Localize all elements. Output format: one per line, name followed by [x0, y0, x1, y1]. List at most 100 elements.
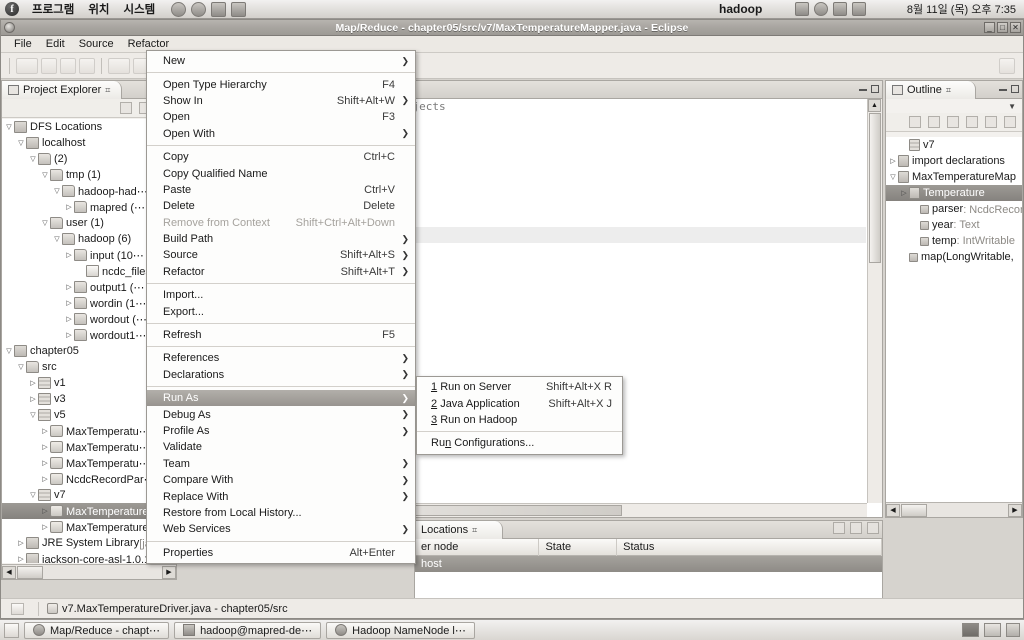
submenu-item-run-configurations[interactable]: Run Configurations...: [417, 435, 622, 451]
expand-arrow-closed-icon[interactable]: [899, 189, 909, 197]
tab-close-icon[interactable]: ⌗: [105, 85, 110, 96]
terminal-icon[interactable]: [231, 1, 247, 17]
hide-fields-icon[interactable]: [947, 116, 959, 128]
menu-item-web-services[interactable]: Web Services ❯: [147, 521, 415, 537]
menubar-item-edit[interactable]: Edit: [39, 38, 72, 50]
hide-local-types-icon[interactable]: [1004, 116, 1016, 128]
menu-item-copy[interactable]: Copy Ctrl+C: [147, 149, 415, 165]
scroll-right-icon[interactable]: ▶: [1008, 503, 1022, 517]
outline-hscrollbar[interactable]: ◀ ▶: [886, 502, 1022, 517]
menu-item-copy-qualified-name[interactable]: Copy Qualified Name: [147, 165, 415, 181]
expand-arrow-open-icon[interactable]: [16, 363, 26, 371]
text-editor-icon[interactable]: [211, 1, 227, 17]
menu-item-compare-with[interactable]: Compare With ❯: [147, 472, 415, 488]
submenu-item-run-on-hadoop[interactable]: 3 Run on Hadoop: [417, 412, 622, 428]
maximize-button[interactable]: □: [997, 22, 1008, 33]
menu-item-open[interactable]: Open F3: [147, 109, 415, 125]
menu-item-declarations[interactable]: Declarations ❯: [147, 367, 415, 383]
expand-arrow-open-icon[interactable]: [28, 155, 38, 163]
menu-applications[interactable]: 프로그램: [25, 1, 81, 17]
display-icon[interactable]: [852, 2, 866, 16]
expand-arrow-open-icon[interactable]: [28, 491, 38, 499]
expand-arrow-closed-icon[interactable]: [64, 251, 74, 259]
perspective-switch-button[interactable]: [999, 57, 1015, 74]
expand-arrow-open-icon[interactable]: [52, 187, 62, 195]
menu-item-refresh[interactable]: Refresh F5: [147, 327, 415, 343]
edit-location-icon[interactable]: [850, 522, 862, 534]
expand-arrow-closed-icon[interactable]: [40, 443, 50, 451]
scroll-left-icon[interactable]: ◀: [2, 565, 16, 579]
table-row[interactable]: host: [415, 556, 882, 572]
hscroll-thumb[interactable]: [17, 565, 43, 579]
outline-item[interactable]: import declarations: [886, 153, 1022, 169]
expand-arrow-closed-icon[interactable]: [40, 507, 50, 515]
expand-arrow-closed-icon[interactable]: [16, 539, 26, 547]
column-header[interactable]: State: [539, 538, 618, 556]
tab-close-icon[interactable]: ⌗: [472, 525, 477, 536]
outline-item[interactable]: parser : NcdcRecor⋯: [886, 201, 1022, 217]
sort-icon[interactable]: [909, 116, 921, 128]
workspace-switcher-1[interactable]: [962, 623, 979, 637]
menu-item-paste[interactable]: Paste Ctrl+V: [147, 182, 415, 198]
minimize-view-icon[interactable]: [859, 89, 867, 91]
menu-item-replace-with[interactable]: Replace With ❯: [147, 488, 415, 504]
menubar-item-source[interactable]: Source: [72, 38, 121, 50]
volume-icon[interactable]: [833, 2, 847, 16]
run-as-submenu[interactable]: 1 Run on Server Shift+Alt+X R2 Java Appli…: [416, 376, 623, 455]
expand-arrow-open-icon[interactable]: [28, 411, 38, 419]
submenu-item-run-on-server[interactable]: 1 Run on Server Shift+Alt+X R: [417, 379, 622, 395]
menu-item-team[interactable]: Team ❯: [147, 456, 415, 472]
web-browser-icon[interactable]: [171, 1, 187, 17]
window-titlebar[interactable]: Map/Reduce - chapter05/src/v7/MaxTempera…: [1, 20, 1023, 36]
tab-project-explorer[interactable]: Project Explorer ⌗: [2, 81, 122, 99]
scroll-right-icon[interactable]: ▶: [162, 565, 176, 579]
maximize-view-icon[interactable]: [871, 85, 879, 93]
collapse-all-icon[interactable]: [120, 102, 132, 114]
menu-item-properties[interactable]: Properties Alt+Enter: [147, 545, 415, 561]
update-manager-icon[interactable]: [795, 2, 809, 16]
outline-item[interactable]: year : Text: [886, 217, 1022, 233]
show-desktop-button[interactable]: [4, 622, 19, 638]
expand-arrow-closed-icon[interactable]: [28, 395, 38, 403]
column-header[interactable]: Status: [617, 538, 882, 556]
clock[interactable]: 8월 11일 (목) 오후 7:35: [907, 1, 1016, 17]
expand-arrow-open-icon[interactable]: [4, 347, 14, 355]
menubar-item-refactor[interactable]: Refactor: [121, 38, 177, 50]
debug-button[interactable]: [108, 57, 130, 74]
expand-arrow-closed-icon[interactable]: [64, 283, 74, 291]
scroll-left-icon[interactable]: ◀: [886, 503, 900, 517]
menu-item-delete[interactable]: Delete Delete: [147, 198, 415, 214]
new-location-icon[interactable]: [833, 522, 845, 534]
menu-item-import[interactable]: Import...: [147, 287, 415, 303]
save-button[interactable]: [41, 57, 57, 74]
taskbar-item-terminal[interactable]: hadoop@mapred-de⋯: [174, 621, 322, 639]
menu-item-references[interactable]: References ❯: [147, 350, 415, 366]
outline-item[interactable]: temp : IntWritable: [886, 233, 1022, 249]
outline-item[interactable]: MaxTemperatureMap: [886, 169, 1022, 185]
current-user-label[interactable]: hadoop: [719, 2, 762, 16]
expand-arrow-closed-icon[interactable]: [64, 331, 74, 339]
menubar-item-file[interactable]: File: [7, 38, 39, 50]
project-explorer-hscrollbar[interactable]: ◀ ▶: [2, 564, 176, 579]
menu-item-source[interactable]: Source Shift+Alt+S ❯: [147, 247, 415, 263]
menu-item-open-type-hierarchy[interactable]: Open Type Hierarchy F4: [147, 76, 415, 92]
outline-item[interactable]: v7: [886, 137, 1022, 153]
undo-button[interactable]: [79, 57, 95, 74]
email-icon[interactable]: [191, 1, 207, 17]
menu-item-validate[interactable]: Validate: [147, 439, 415, 455]
expand-arrow-closed-icon[interactable]: [64, 203, 74, 211]
expand-arrow-open-icon[interactable]: [4, 123, 14, 131]
outline-item[interactable]: Temperature: [886, 185, 1022, 201]
maximize-view-icon[interactable]: [1011, 85, 1019, 93]
menu-item-profile-as[interactable]: Profile As ❯: [147, 423, 415, 439]
expand-arrow-closed-icon[interactable]: [16, 555, 26, 563]
menu-item-debug-as[interactable]: Debug As ❯: [147, 406, 415, 422]
tab-outline[interactable]: Outline ⌗: [886, 81, 976, 99]
expand-arrow-open-icon[interactable]: [888, 173, 898, 181]
taskbar-item-browser[interactable]: Hadoop NameNode l⋯: [326, 621, 475, 639]
expand-arrow-closed-icon[interactable]: [40, 427, 50, 435]
expand-arrow-closed-icon[interactable]: [40, 459, 50, 467]
hscroll-thumb[interactable]: [901, 503, 927, 517]
tab-close-icon[interactable]: ⌗: [946, 85, 951, 96]
menu-item-build-path[interactable]: Build Path ❯: [147, 231, 415, 247]
